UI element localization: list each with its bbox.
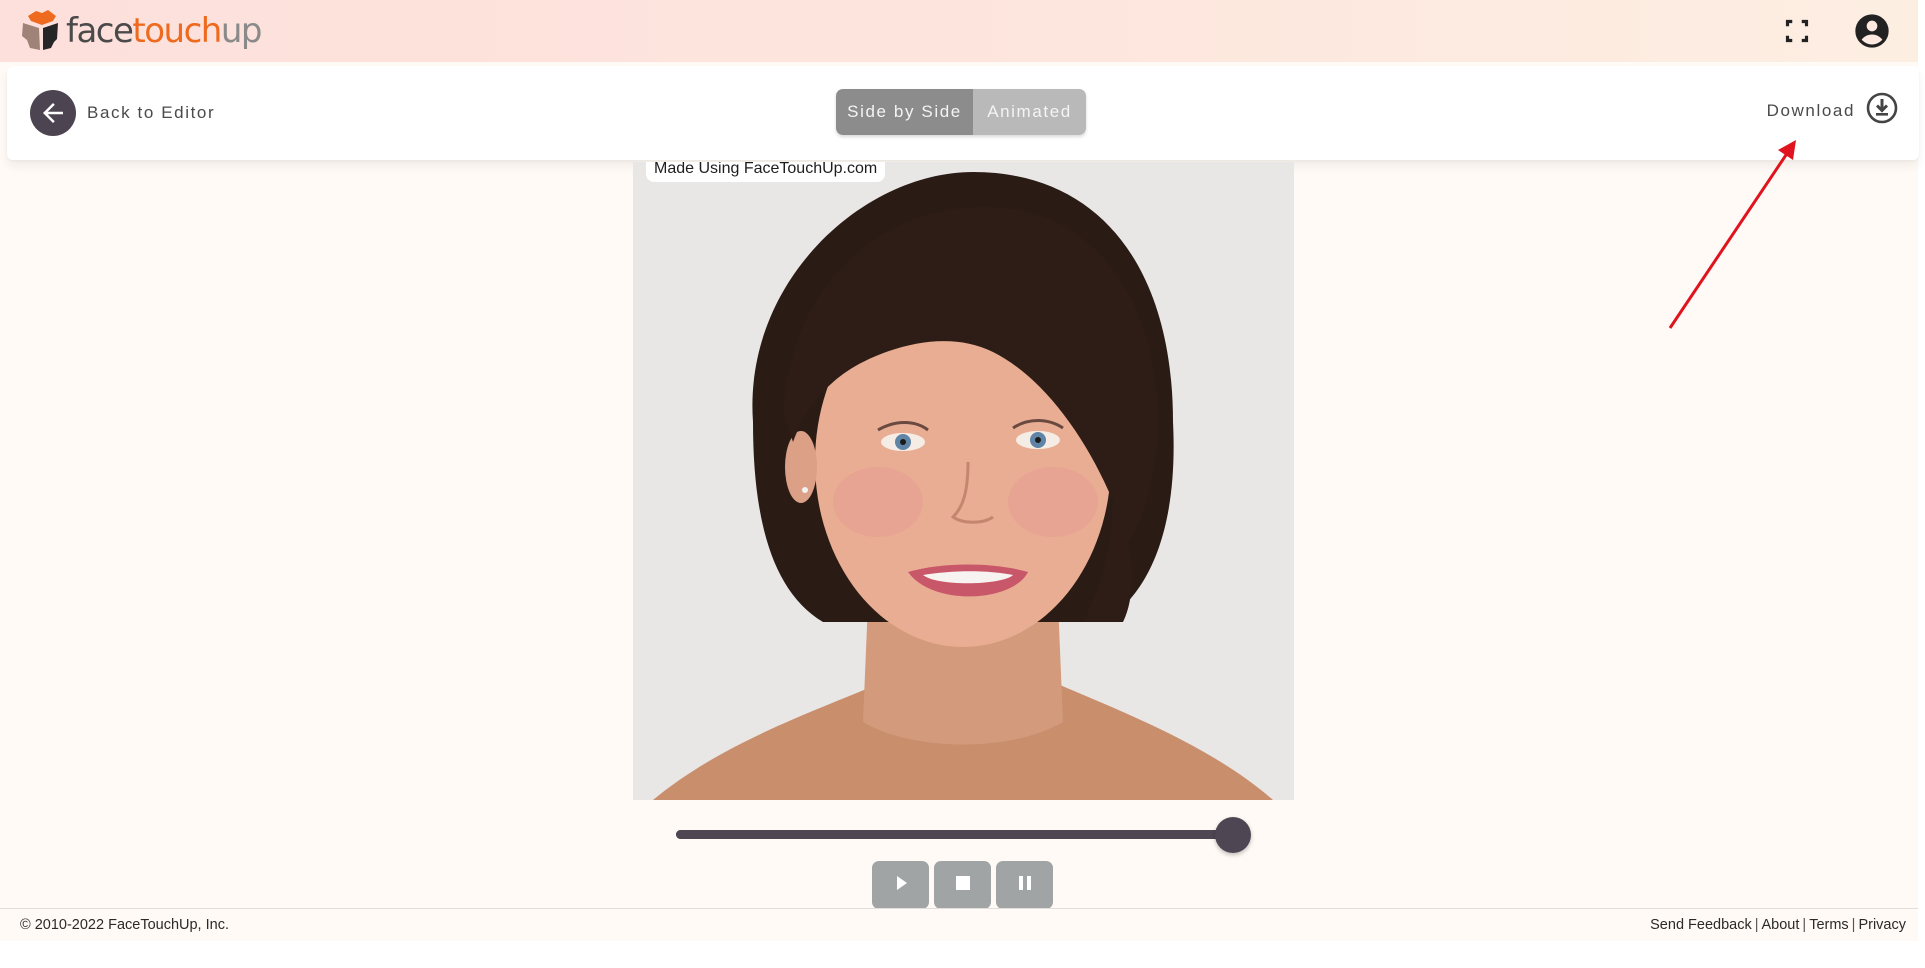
side-by-side-tab[interactable]: Side by Side — [836, 89, 973, 135]
account-circle-icon[interactable] — [1852, 11, 1892, 51]
stop-button[interactable] — [934, 861, 991, 909]
terms-link[interactable]: Terms — [1809, 917, 1848, 933]
footer-links: Send Feedback | About | Terms | Privacy — [1650, 917, 1906, 933]
pause-button[interactable] — [996, 861, 1053, 909]
animation-progress-slider[interactable] — [676, 817, 1251, 853]
logo-text-face: face — [66, 11, 134, 51]
app-header: facetouchup — [0, 0, 1918, 62]
back-to-editor-button[interactable]: Back to Editor — [30, 90, 215, 136]
footer: © 2010-2022 FaceTouchUp, Inc. Send Feedb… — [0, 908, 1918, 941]
playback-controls — [872, 861, 1053, 909]
watermark: Made Using FaceTouchUp.com — [646, 162, 886, 182]
separator: | — [1754, 917, 1759, 933]
back-to-editor-label: Back to Editor — [87, 103, 216, 122]
download-circle-icon — [1865, 91, 1899, 130]
logo[interactable]: facetouchup — [18, 6, 263, 57]
animated-tab[interactable]: Animated — [973, 89, 1086, 135]
stop-icon — [953, 873, 973, 898]
about-link[interactable]: About — [1762, 917, 1800, 933]
logo-text-up: up — [220, 11, 263, 51]
privacy-link[interactable]: Privacy — [1858, 917, 1906, 933]
facetouchup-logo-icon — [18, 6, 64, 57]
separator: | — [1851, 917, 1856, 933]
copyright-text: © 2010-2022 FaceTouchUp, Inc. — [20, 917, 229, 933]
portrait-image — [633, 162, 1294, 800]
view-mode-toggle: Side by Side Animated — [836, 89, 1086, 135]
play-button[interactable] — [872, 861, 929, 909]
page-edge — [1918, 0, 1925, 968]
download-button[interactable]: Download — [1767, 91, 1899, 130]
slider-fill — [676, 830, 1233, 839]
result-photo: Made Using FaceTouchUp.com — [633, 162, 1294, 800]
arrow-left-icon — [30, 90, 76, 136]
fullscreen-icon[interactable] — [1778, 12, 1816, 50]
slider-thumb[interactable] — [1215, 817, 1251, 853]
toolbar: Back to Editor Side by Side Animated Dow… — [7, 66, 1919, 160]
download-label: Download — [1766, 100, 1855, 120]
send-feedback-link[interactable]: Send Feedback — [1650, 917, 1752, 933]
play-icon — [891, 873, 911, 898]
logo-text-touch: touch — [132, 11, 222, 51]
separator: | — [1802, 917, 1807, 933]
pause-icon — [1015, 873, 1035, 898]
